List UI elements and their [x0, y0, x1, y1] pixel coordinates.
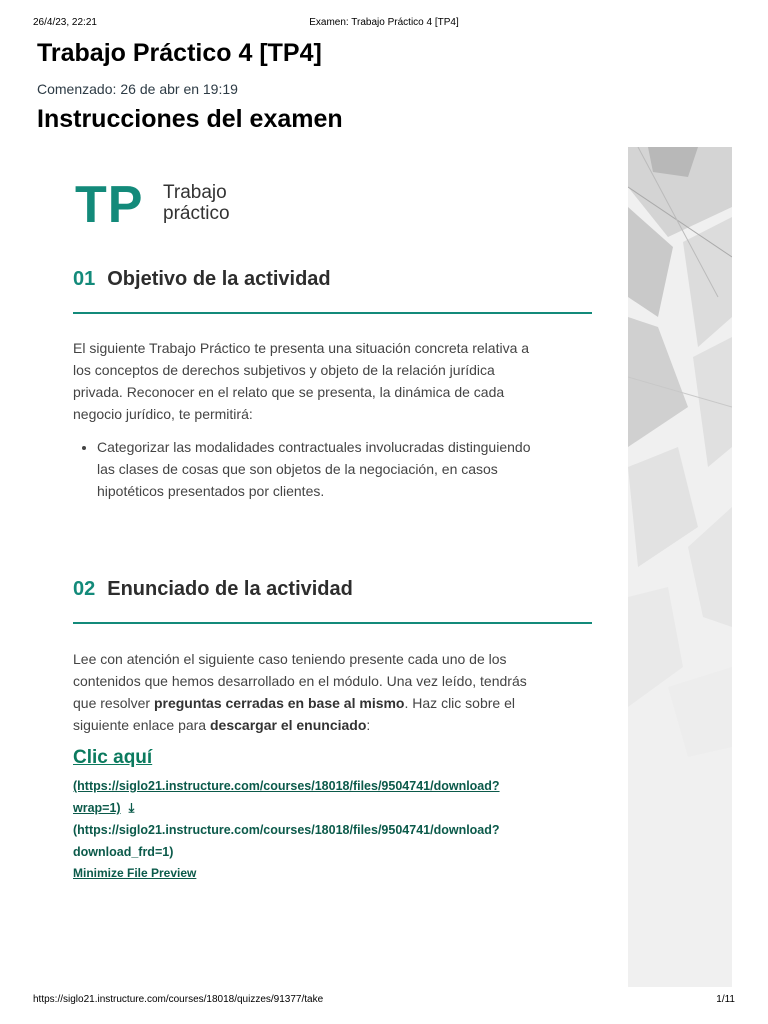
section2-line: que resolver preguntas cerradas en base …: [73, 692, 588, 714]
instructions-heading: Instrucciones del examen: [37, 105, 343, 133]
list-item: Categorizar las modalidades contractuale…: [97, 436, 612, 502]
download-icon[interactable]: ⤓: [129, 797, 135, 819]
tp-logo-letters: TP: [75, 176, 144, 234]
section2-line: siguiente enlace para descargar el enunc…: [73, 714, 588, 736]
print-page-title: Examen: Trabajo Práctico 4 [TP4]: [309, 17, 459, 28]
bullet-line: las clases de cosas que son objetos de l…: [97, 461, 498, 477]
url-link-2-line1[interactable]: (https://siglo21.instructure.com/courses…: [73, 819, 500, 841]
section2-title: Enunciado de la actividad: [107, 578, 353, 600]
url-link-1-line2-row[interactable]: wrap=1) ⤓: [73, 797, 500, 819]
section1-title: Objetivo de la actividad: [107, 268, 331, 290]
section2-paragraph: Lee con atención el siguiente caso tenie…: [73, 648, 588, 736]
bullet-line: hipotéticos presentados por clientes.: [97, 483, 325, 499]
section2-text: que resolver: [73, 695, 154, 711]
section1-line: los conceptos de derechos subjetivos y o…: [73, 362, 495, 378]
started-label: Comenzado:: [37, 81, 117, 97]
section1-divider: [73, 312, 592, 314]
section1-bullet-list: Categorizar las modalidades contractuale…: [73, 436, 612, 502]
minimize-file-preview-link[interactable]: Minimize File Preview: [73, 866, 196, 880]
tp-logo-text: Trabajo práctico: [163, 182, 273, 224]
section1-paragraph: El siguiente Trabajo Práctico te present…: [73, 337, 588, 425]
url-link-2[interactable]: (https://siglo21.instructure.com/courses…: [73, 819, 500, 863]
url-link-1-line1[interactable]: (https://siglo21.instructure.com/courses…: [73, 775, 500, 797]
quiz-title: Trabajo Práctico 4 [TP4]: [37, 39, 322, 67]
section2-line: Lee con atención el siguiente caso tenie…: [73, 651, 507, 667]
print-footer-url: https://siglo21.instructure.com/courses/…: [33, 994, 324, 1005]
bullet-line: Categorizar las modalidades contractuale…: [97, 439, 531, 455]
started-value: 26 de abr en 19:19: [120, 81, 238, 97]
started-info: Comenzado: 26 de abr en 19:19: [37, 81, 238, 97]
section1-line: El siguiente Trabajo Práctico te present…: [73, 340, 530, 356]
section2-divider: [73, 622, 592, 624]
download-link-clic-aqui[interactable]: Clic aquí: [73, 747, 152, 769]
section2-text: siguiente enlace para: [73, 717, 210, 733]
section2-heading: 02 Enunciado de la actividad: [73, 578, 353, 601]
decorative-background-image: [628, 147, 732, 987]
section2-bold-text: descargar el enunciado: [210, 717, 367, 733]
section1-number: 01: [73, 268, 96, 290]
tp-logo-line1: Trabajo: [163, 182, 227, 203]
section1-line: privada. Reconocer en el relato que se p…: [73, 384, 505, 400]
section2-text: :: [366, 717, 371, 733]
tp-logo-line2: práctico: [163, 203, 230, 224]
section2-line: contenidos que hemos desarrollado en el …: [73, 673, 527, 689]
section1-line: negocio jurídico, te permitirá:: [73, 406, 253, 422]
url-link-2-line2[interactable]: download_frd=1): [73, 841, 500, 863]
section2-number: 02: [73, 578, 96, 600]
url-link-1-line2[interactable]: wrap=1): [73, 801, 121, 815]
url-link-1[interactable]: (https://siglo21.instructure.com/courses…: [73, 775, 500, 819]
section2-text: . Haz clic sobre el: [404, 695, 515, 711]
print-page-number: 1/11: [716, 994, 735, 1005]
section2-bold-text: preguntas cerradas en base al mismo: [153, 695, 405, 711]
section1-heading: 01 Objetivo de la actividad: [73, 268, 331, 291]
